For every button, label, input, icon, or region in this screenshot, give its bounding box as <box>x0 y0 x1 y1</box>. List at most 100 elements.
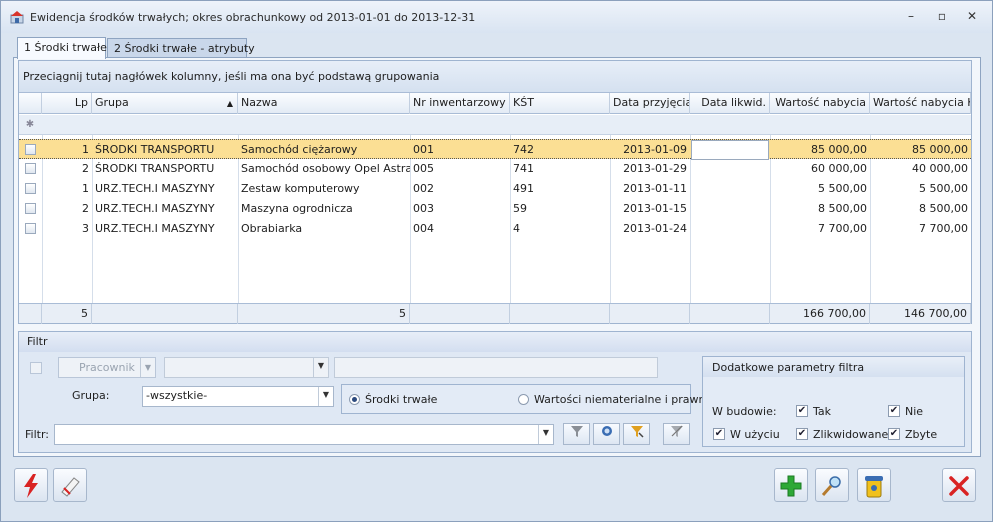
tab-srodki-trwale-atrybuty[interactable]: 2 Środki trwałe - atrybuty <box>107 38 255 59</box>
cell-data-likwid <box>690 219 770 239</box>
nie-checkbox[interactable]: ✔ <box>888 405 900 417</box>
cell-nr: 004 <box>413 222 434 235</box>
cell-lp: 2 <box>82 202 89 215</box>
grid-summary-row: 5 5 166 700,00 146 700,00 <box>19 303 971 324</box>
table-row[interactable]: 1 URZ.TECH.I MASZYNY Zestaw komputerowy … <box>19 179 971 199</box>
close-button[interactable] <box>942 468 976 502</box>
nie-label[interactable]: Nie <box>905 405 923 418</box>
tak-checkbox[interactable]: ✔ <box>796 405 808 417</box>
radio-wartosci-niematerialne[interactable] <box>518 394 529 405</box>
header-wartosc-nabycia-k[interactable]: Wartość nabycia K <box>870 93 971 114</box>
close-window-button[interactable]: ✕ <box>961 8 983 26</box>
print-button[interactable] <box>53 468 87 502</box>
type-radio-group: Środki trwałe Wartości niematerialne i p… <box>341 384 712 414</box>
summary-data-przyjecia <box>610 304 690 324</box>
summary-lp-count: 5 <box>42 304 92 324</box>
group-hint: Przeciągnij tutaj nagłówek kolumny, jeśl… <box>23 70 440 83</box>
grupa-label: Grupa: <box>72 389 110 402</box>
summary-nazwa-count: 5 <box>238 304 410 324</box>
filter-toggle-icon[interactable] <box>593 423 620 445</box>
pracownik-select[interactable]: ▼ <box>164 357 329 378</box>
summary-wartosc-sum: 166 700,00 <box>770 304 870 324</box>
pracownik-label: Pracownik <box>79 361 135 374</box>
cell-lp: 2 <box>82 162 89 175</box>
tab-label: 1 Środki trwałe <box>24 41 107 54</box>
header-nr-inwentarzowy[interactable]: Nr inwentarzowy <box>410 93 510 114</box>
cell-wartosc: 5 500,00 <box>818 182 867 195</box>
radio-wartosci-label[interactable]: Wartości niematerialne i prawne <box>534 393 712 406</box>
cell-grupa: ŚRODKI TRANSPORTU <box>95 143 215 156</box>
summary-kst <box>510 304 610 324</box>
cell-nazwa: Samochód osobowy Opel Astra <box>241 162 410 175</box>
table-row[interactable]: 2 URZ.TECH.I MASZYNY Maszyna ogrodnicza … <box>19 199 971 219</box>
tab-label: 2 Środki trwałe - atrybuty <box>114 42 255 55</box>
grupa-select[interactable]: -wszystkie- ▼ <box>142 386 334 407</box>
trash-icon <box>865 476 883 498</box>
cell-data-likwid <box>690 159 770 179</box>
row-checkbox[interactable] <box>25 144 36 155</box>
radio-srodki-label[interactable]: Środki trwałe <box>365 393 437 406</box>
header-nazwa[interactable]: Nazwa <box>238 93 410 114</box>
table-row[interactable]: 3 URZ.TECH.I MASZYNY Obrabiarka 004 4 20… <box>19 219 971 239</box>
filter-title: Filtr <box>19 332 971 352</box>
filter-funnel-icon[interactable] <box>563 423 590 445</box>
header-select[interactable] <box>19 93 42 114</box>
cell-kst: 491 <box>513 182 534 195</box>
group-by-panel[interactable]: Przeciągnij tutaj nagłówek kolumny, jeśl… <box>19 61 971 93</box>
header-wartosc-nabycia[interactable]: Wartość nabycia <box>770 93 870 114</box>
cell-data-likwid-editor[interactable] <box>691 140 769 160</box>
header-grupa[interactable]: Grupa ▲ <box>92 93 238 114</box>
w-uzyciu-checkbox[interactable]: ✔ <box>713 428 725 440</box>
zbyte-checkbox[interactable]: ✔ <box>888 428 900 440</box>
cell-nazwa: Obrabiarka <box>241 222 303 235</box>
row-checkbox[interactable] <box>25 223 36 234</box>
cell-nr: 005 <box>413 162 434 175</box>
header-data-likwid[interactable]: Data likwid. <box>690 93 770 114</box>
filter-clear-icon[interactable] <box>663 423 690 445</box>
tak-label[interactable]: Tak <box>813 405 831 418</box>
row-checkbox[interactable] <box>25 203 36 214</box>
table-row[interactable]: 2 ŚRODKI TRANSPORTU Samochód osobowy Ope… <box>19 159 971 179</box>
zlikwidowane-label[interactable]: Zlikwidowane <box>813 428 888 441</box>
zlikwidowane-checkbox[interactable]: ✔ <box>796 428 808 440</box>
chevron-down-icon: ▼ <box>318 387 333 406</box>
cell-nr: 003 <box>413 202 434 215</box>
cell-data-przyjecia: 2013-01-24 <box>623 222 687 235</box>
pin-icon[interactable]: ✱ <box>23 118 37 132</box>
header-lp[interactable]: Lp <box>42 93 92 114</box>
pracownik-checkbox[interactable] <box>30 362 42 374</box>
summary-nr <box>410 304 510 324</box>
cell-wartosc: 85 000,00 <box>811 143 867 156</box>
w-uzyciu-label[interactable]: W użyciu <box>730 428 780 441</box>
add-button[interactable] <box>774 468 808 502</box>
radio-srodki-trwale[interactable] <box>349 394 360 405</box>
cell-wartosc: 60 000,00 <box>811 162 867 175</box>
edit-button[interactable] <box>815 468 849 502</box>
cell-wartosc-k: 85 000,00 <box>912 143 968 156</box>
cell-data-przyjecia: 2013-01-11 <box>623 182 687 195</box>
zbyte-label[interactable]: Zbyte <box>905 428 937 441</box>
filter-edit-icon[interactable] <box>623 423 650 445</box>
cell-grupa: URZ.TECH.I MASZYNY <box>95 182 215 195</box>
minimize-button[interactable]: – <box>900 8 922 26</box>
summary-data-likwid <box>690 304 770 324</box>
restore-button[interactable]: ▫ <box>931 8 953 26</box>
w-budowie-label: W budowie: <box>712 405 777 418</box>
delete-button[interactable] <box>857 468 891 502</box>
filtr-input[interactable]: ▼ <box>54 424 554 445</box>
lightning-button[interactable] <box>14 468 48 502</box>
grid-filter-row[interactable]: ✱ <box>19 115 971 135</box>
cell-data-przyjecia: 2013-01-29 <box>623 162 687 175</box>
header-kst[interactable]: KŚT <box>510 93 610 114</box>
table-row[interactable]: 1 ŚRODKI TRANSPORTU Samochód ciężarowy 0… <box>19 139 971 160</box>
tab-srodki-trwale[interactable]: 1 Środki trwałe <box>17 37 107 59</box>
cell-grupa: ŚRODKI TRANSPORTU <box>95 162 215 175</box>
header-data-przyjecia[interactable]: Data przyjęcia <box>610 93 690 114</box>
cell-wartosc-k: 8 500,00 <box>919 202 968 215</box>
summary-grupa <box>92 304 238 324</box>
pracownik-name-field[interactable] <box>334 357 658 378</box>
row-checkbox[interactable] <box>25 183 36 194</box>
row-checkbox[interactable] <box>25 163 36 174</box>
app-icon <box>10 11 24 24</box>
pracownik-button[interactable]: Pracownik ▼ <box>58 357 156 378</box>
